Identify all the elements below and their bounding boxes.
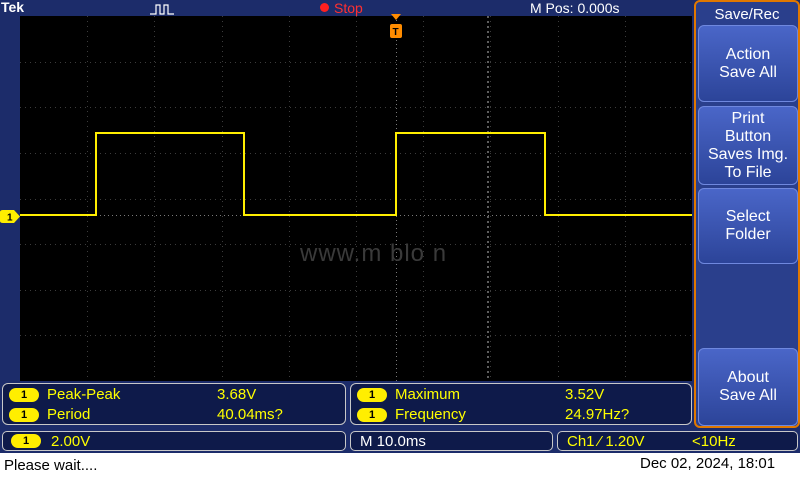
trigger-level: Ch1 ⁄ 1.20V: [567, 433, 645, 450]
horizontal-position: M Pos: 0.000s: [530, 0, 620, 16]
measurement-value: 3.68V: [217, 386, 257, 403]
status-message: Please wait....: [4, 457, 98, 474]
brand-logo: Tek: [1, 0, 25, 15]
top-status-bar: Tek Stop M Pos: 0.000s: [0, 0, 692, 16]
measurement-frequency: 1 Frequency 24.97Hz?: [357, 406, 687, 424]
measurement-maximum: 1 Maximum 3.52V: [357, 386, 687, 404]
ch1-badge: 1: [11, 434, 41, 448]
print-button-saves-img-button[interactable]: Print Button Saves Img. To File: [698, 106, 798, 185]
trigger-position-icon[interactable]: T: [389, 14, 403, 42]
ch1-scale-value: 2.00V: [51, 433, 91, 450]
about-save-all-button[interactable]: About Save All: [698, 348, 798, 426]
measurement-value: 24.97Hz?: [565, 406, 630, 423]
svg-text:T: T: [393, 27, 399, 38]
measurement-peak-peak: 1 Peak-Peak 3.68V: [9, 386, 339, 404]
measurement-label: Period: [47, 406, 91, 423]
measurement-period: 1 Period 40.04ms?: [9, 406, 339, 424]
measurement-label: Frequency: [395, 406, 466, 423]
ch1-marker-label: 1: [7, 213, 13, 224]
trigger-frequency: <10Hz: [692, 433, 736, 450]
measurement-panel-left[interactable]: 1 Peak-Peak 3.68V 1 Period 40.04ms?: [2, 383, 346, 425]
timebase-value: M 10.0ms: [360, 433, 426, 450]
measurement-label: Peak-Peak: [47, 386, 121, 403]
ch1-waveform: [20, 132, 692, 216]
stop-indicator-icon: [320, 3, 329, 12]
ch1-level-marker[interactable]: 1: [0, 210, 20, 223]
measurement-panel-right[interactable]: 1 Maximum 3.52V 1 Frequency 24.97Hz?: [350, 383, 692, 425]
pulse-icon: [150, 4, 174, 15]
ch1-badge: 1: [357, 388, 387, 402]
menu-title: Save/Rec: [714, 6, 780, 23]
footer-bar: Please wait.... Dec 02, 2024, 18:01: [0, 453, 800, 480]
watermark: www.m blo n: [300, 240, 448, 267]
graticule: [20, 16, 692, 381]
horizontal-timebase[interactable]: M 10.0ms: [350, 431, 553, 451]
measurement-label: Maximum: [395, 386, 461, 403]
ch1-badge: 1: [357, 408, 387, 422]
select-folder-button[interactable]: Select Folder: [698, 188, 798, 264]
measurement-value: 3.52V: [565, 386, 605, 403]
ch1-badge: 1: [9, 388, 39, 402]
ch1-vertical-scale[interactable]: 1 2.00V: [2, 431, 346, 451]
action-save-all-button[interactable]: Action Save All: [698, 25, 798, 102]
date-time: Dec 02, 2024, 18:01: [640, 455, 776, 472]
ch1-badge: 1: [9, 408, 39, 422]
measurement-value: 40.04ms?: [217, 406, 283, 423]
run-status[interactable]: Stop: [334, 0, 363, 16]
trigger-info[interactable]: Ch1 ⁄ 1.20V <10Hz: [557, 431, 798, 451]
waveform-display: www.m blo n: [20, 16, 692, 381]
